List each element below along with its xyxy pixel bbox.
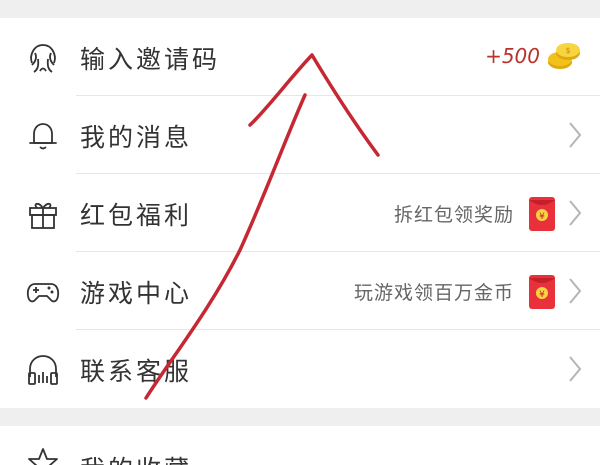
- menu-item-game-center[interactable]: 游戏中心 玩游戏领百万金币 ¥: [0, 252, 600, 330]
- headset-icon: [28, 355, 58, 385]
- red-envelope-icon: ¥: [529, 197, 555, 231]
- menu-item-label: 输入邀请码: [80, 45, 221, 74]
- menu-item-label: 游戏中心: [80, 279, 193, 308]
- menu-card-2: 我的收藏: [0, 426, 600, 465]
- chevron-right-icon: [569, 278, 582, 304]
- svg-text:¥: ¥: [539, 212, 545, 222]
- top-gap: [0, 0, 600, 18]
- face-icon: [30, 44, 56, 73]
- gamepad-icon: [26, 283, 60, 303]
- star-icon: [28, 448, 58, 465]
- menu-item-messages[interactable]: 我的消息: [0, 96, 600, 174]
- section-gap: [0, 408, 600, 426]
- red-envelope-icon: ¥: [529, 275, 555, 309]
- menu-item-label: 联系客服: [80, 357, 193, 386]
- gift-icon: [29, 202, 57, 229]
- menu-item-label: 我的收藏: [80, 450, 192, 465]
- menu-item-label: 我的消息: [80, 123, 193, 152]
- chevron-right-icon: [569, 122, 582, 148]
- chevron-right-icon: [569, 200, 582, 226]
- bell-icon: [29, 123, 57, 150]
- chevron-right-icon: [569, 356, 582, 382]
- menu-item-favorites[interactable]: 我的收藏: [0, 426, 600, 465]
- menu-item-label: 红包福利: [80, 201, 193, 230]
- menu-card: 输入邀请码 +500 $ 我的消息 红包福利 拆红包领奖励 ¥ 游戏中心 玩游戏…: [0, 18, 600, 408]
- svg-text:¥: ¥: [539, 290, 545, 300]
- menu-item-hint: 玩游戏领百万金币: [353, 282, 514, 304]
- gold-coins-icon: $: [548, 43, 580, 69]
- menu-item-customer-service[interactable]: 联系客服: [0, 330, 600, 408]
- menu-item-invite-code[interactable]: 输入邀请码 +500 $: [0, 18, 600, 96]
- menu-item-hint: 拆红包领奖励: [393, 204, 514, 226]
- svg-text:$: $: [565, 46, 570, 55]
- menu-item-red-packet[interactable]: 红包福利 拆红包领奖励 ¥: [0, 174, 600, 252]
- bonus-amount: +500: [485, 44, 540, 68]
